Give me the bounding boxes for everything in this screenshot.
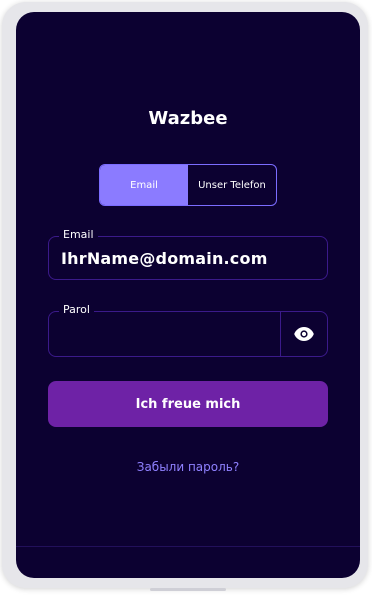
app-title: Wazbee	[148, 108, 228, 129]
submit-button[interactable]: Ich freue mich	[48, 381, 328, 427]
email-field-value[interactable]: IhrName@domain.com	[61, 249, 268, 268]
password-input[interactable]	[49, 312, 281, 356]
home-indicator	[150, 588, 226, 591]
email-field[interactable]: Email IhrName@domain.com	[48, 228, 328, 280]
toggle-password-visibility-button[interactable]	[280, 312, 327, 356]
email-field-label: Email	[59, 228, 98, 241]
tab-phone[interactable]: Unser Telefon	[188, 165, 276, 205]
tab-email[interactable]: Email	[100, 165, 188, 205]
login-screen: Wazbee Email Unser Telefon Email IhrName…	[16, 12, 360, 578]
login-mode-switch: Email Unser Telefon	[99, 164, 277, 206]
bottom-divider	[16, 546, 360, 547]
forgot-password-link[interactable]: Забыли пароль?	[16, 460, 360, 474]
device-frame: Wazbee Email Unser Telefon Email IhrName…	[2, 2, 368, 591]
password-field: Parol	[48, 303, 328, 357]
eye-icon	[294, 327, 314, 341]
